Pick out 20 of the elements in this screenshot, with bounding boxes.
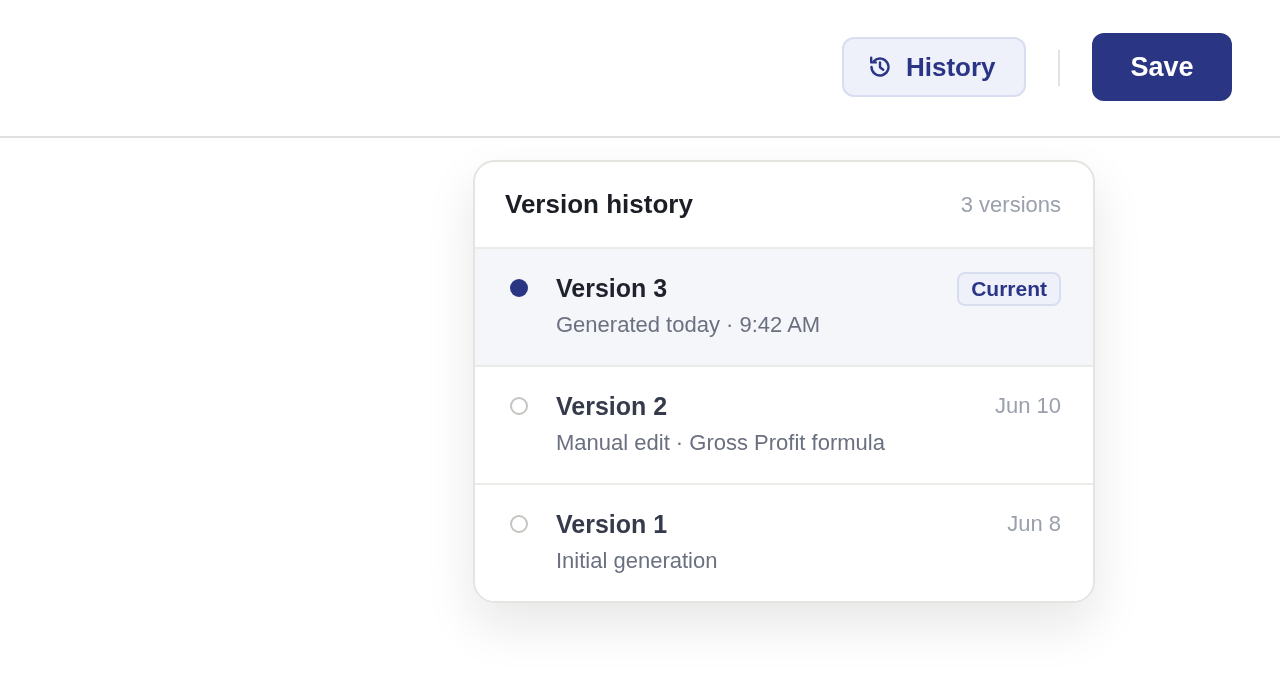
version-item[interactable]: Version 3 Generated today · 9:42 AM Current (475, 249, 1093, 367)
hollow-circle-icon (510, 515, 528, 533)
current-badge: Current (957, 272, 1061, 306)
version-detail: Manual edit · Gross Profit formula (556, 429, 885, 457)
panel-title: Version history (505, 189, 693, 220)
history-button[interactable]: History (842, 37, 1026, 97)
version-detail: Generated today · 9:42 AM (556, 311, 821, 339)
version-name: Version 1 (556, 509, 668, 540)
version-item[interactable]: Version 2 Manual edit · Gross Profit formula Jun 10 (475, 367, 1093, 485)
version-date: Jun 10 (994, 392, 1061, 420)
version-detail: Initial generation (556, 547, 718, 575)
version-item[interactable]: Version 1 Initial generation Jun 8 (475, 485, 1093, 601)
save-button[interactable]: Save (1092, 33, 1232, 101)
version-date: Jun 8 (1007, 510, 1061, 538)
history-icon (868, 55, 892, 79)
version-name: Version 2 (556, 391, 668, 422)
version-name: Version 3 (556, 273, 668, 304)
version-count: 3 versions (960, 191, 1061, 218)
hollow-circle-icon (510, 397, 528, 415)
filled-dot-icon (510, 279, 528, 297)
